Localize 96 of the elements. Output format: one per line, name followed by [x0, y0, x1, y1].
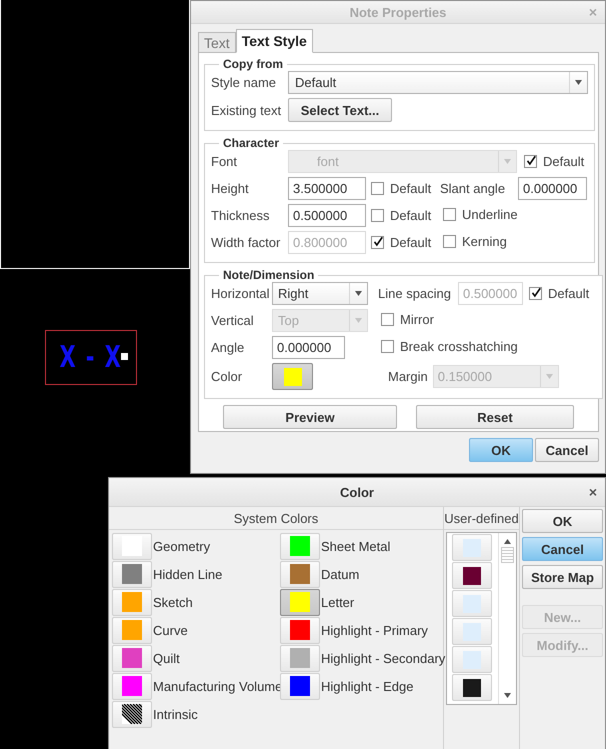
field-label: Angle: [211, 340, 246, 355]
group-title: Copy from: [222, 57, 284, 71]
checkbox-label: Underline: [462, 207, 518, 222]
color-swatch-button[interactable]: [280, 532, 320, 560]
checkbox-label: Mirror: [400, 312, 434, 327]
color-swatch-button[interactable]: [452, 562, 492, 589]
window-title: Note Properties: [350, 4, 446, 20]
color-swatch-button[interactable]: [452, 618, 492, 645]
column-header: System Colors: [234, 510, 318, 526]
color-name: Sheet Metal: [321, 538, 390, 554]
checkbox-label: Break crosshatching: [400, 339, 518, 354]
checkbox-label: Default: [390, 235, 432, 250]
color-swatch-button[interactable]: [112, 616, 152, 644]
color-name: Highlight - Primary: [321, 622, 428, 638]
dialog-button[interactable]: OK: [469, 438, 533, 462]
color-swatch-button[interactable]: [280, 672, 320, 700]
checkbox[interactable]: [371, 209, 384, 222]
color-swatch-button[interactable]: [452, 590, 492, 617]
field-label: Width factor: [211, 235, 282, 250]
checkbox[interactable]: [443, 235, 456, 248]
checkbox[interactable]: [381, 313, 394, 326]
color-name: Geometry: [153, 538, 210, 554]
color-swatch-button[interactable]: [112, 700, 152, 728]
caret-icon: [575, 80, 582, 85]
color-name: Quilt: [153, 650, 180, 666]
caret-icon: [355, 318, 362, 323]
field-label: Style name: [211, 75, 278, 90]
field-label: Slant angle: [440, 181, 506, 196]
window-title: Color: [340, 484, 374, 500]
color-swatch-button[interactable]: [112, 532, 152, 560]
note-text: X - X: [60, 340, 122, 375]
selection-handle[interactable]: [121, 353, 128, 360]
checkbox[interactable]: [381, 340, 394, 353]
group-title: Character: [222, 136, 280, 150]
color-swatch-button[interactable]: [112, 672, 152, 700]
color-name: Hidden Line: [153, 566, 222, 582]
dialog-button[interactable]: Cancel: [535, 438, 599, 462]
scrollbar[interactable]: [498, 533, 516, 704]
caret-icon: [546, 374, 553, 379]
tab[interactable]: Text: [198, 32, 236, 53]
color-swatch-button[interactable]: [112, 560, 152, 588]
field-label: Height: [211, 181, 250, 196]
select-text-button[interactable]: Select Text...: [288, 98, 392, 122]
color-swatch-button[interactable]: [280, 644, 320, 672]
text-field[interactable]: 3.500000: [288, 177, 366, 200]
checkbox-label: Default: [390, 181, 432, 196]
dialog-button[interactable]: OK: [522, 509, 603, 533]
checkbox[interactable]: [371, 182, 384, 195]
field-label: Vertical: [211, 313, 255, 328]
caret-icon: [355, 291, 362, 296]
checkbox-label: Default: [548, 286, 590, 301]
close-button[interactable]: ×: [586, 484, 599, 500]
field-label: Line spacing: [377, 286, 452, 301]
tab[interactable]: Text Style: [236, 29, 313, 53]
color-swatch-button[interactable]: [280, 616, 320, 644]
field-label: Horizontal: [211, 286, 271, 301]
scroll-down-icon[interactable]: [504, 693, 511, 698]
checkbox-label: Default: [543, 154, 584, 169]
color-name: Highlight - Secondary: [321, 650, 446, 666]
column-header: User-defined: [444, 510, 519, 526]
action-button[interactable]: Reset: [416, 405, 574, 429]
field-label: Margin: [388, 369, 428, 384]
color-name: Sketch: [153, 594, 193, 610]
color-swatch-button[interactable]: [112, 588, 152, 616]
dropdown[interactable]: Right: [272, 282, 368, 305]
action-button[interactable]: Preview: [223, 405, 397, 429]
color-swatch-button[interactable]: [112, 644, 152, 672]
checkbox[interactable]: [443, 208, 456, 221]
color-swatch-button[interactable]: [280, 560, 320, 588]
field-label: Color: [211, 369, 244, 384]
dropdown[interactable]: Default: [288, 71, 588, 94]
group-title: Note/Dimension: [222, 268, 316, 282]
color-name: Datum: [321, 566, 360, 582]
text-field[interactable]: 0.000000: [272, 336, 345, 359]
color-name: Manufacturing Volume: [153, 678, 282, 694]
color-swatch-button[interactable]: [280, 588, 320, 616]
dialog-button[interactable]: Store Map: [522, 565, 603, 589]
dialog-button[interactable]: Cancel: [522, 537, 603, 561]
color-name: Intrinsic: [153, 706, 198, 722]
color-swatch-button[interactable]: [452, 646, 492, 673]
color-name: Letter: [321, 594, 354, 610]
color-button[interactable]: [272, 363, 313, 390]
scroll-thumb[interactable]: [501, 547, 514, 563]
color-name: Highlight - Edge: [321, 678, 414, 694]
text-field[interactable]: 0.500000: [288, 204, 366, 227]
checkbox-label: Kerning: [462, 234, 507, 249]
field-label: Existing text: [211, 102, 282, 118]
field-label: Thickness: [211, 208, 271, 223]
color-swatch-button[interactable]: [452, 674, 492, 701]
field-label: Font: [211, 154, 238, 169]
color-name: Curve: [153, 622, 188, 638]
caret-icon: [504, 159, 511, 164]
checkbox-label: Default: [390, 208, 432, 223]
color-swatch-button[interactable]: [452, 534, 492, 561]
text-field[interactable]: 0.000000: [518, 177, 587, 200]
scroll-up-icon[interactable]: [504, 539, 511, 544]
